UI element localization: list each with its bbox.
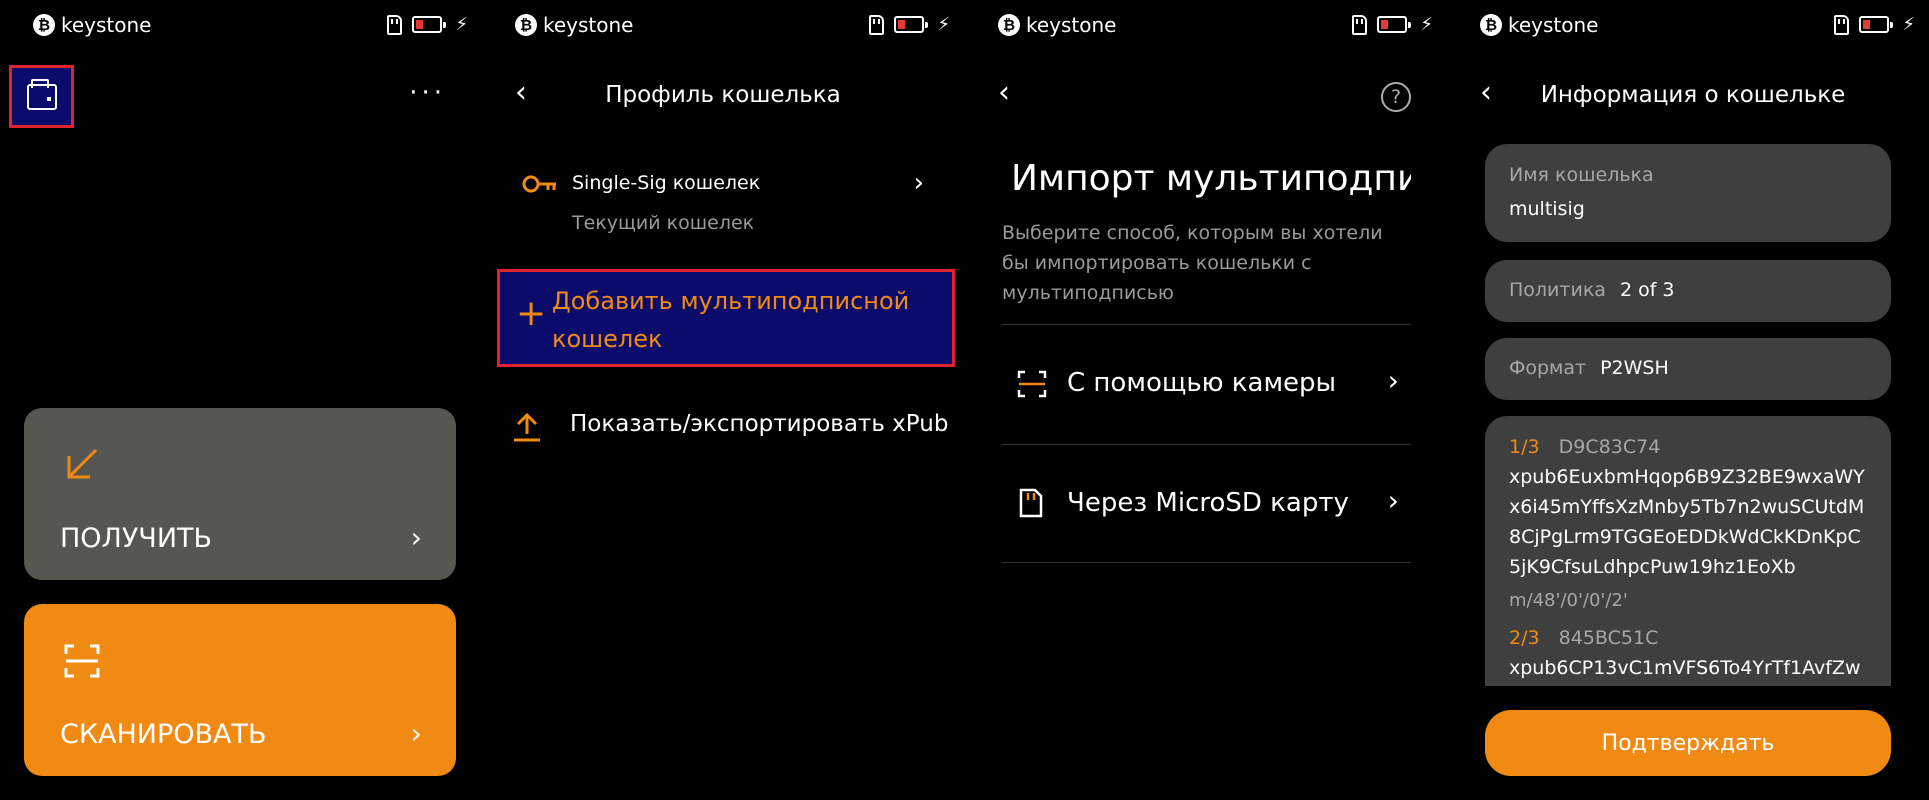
- status-bar: ₿ keystone ⚡: [1480, 10, 1915, 38]
- single-sig-title: Single-Sig кошелек: [572, 172, 761, 194]
- battery-icon: [412, 16, 447, 33]
- key-xpub: xpub6EuxbmHqop6B9Z32BE9wxaWYx6i45mYffsXz…: [1509, 466, 1865, 578]
- status-icons: ⚡: [869, 14, 950, 35]
- chevron-right-icon: ›: [410, 521, 422, 554]
- status-icons: ⚡: [1352, 14, 1433, 35]
- microsd-icon: [387, 14, 403, 35]
- export-xpub-item[interactable]: Показать/экспортировать xPub: [570, 411, 948, 437]
- status-bar: ₿ keystone ⚡: [33, 10, 468, 38]
- camera-option-label: С помощью камеры: [1067, 368, 1337, 398]
- charging-icon: ⚡: [1420, 14, 1433, 35]
- battery-icon: [1377, 16, 1412, 33]
- brand-name: keystone: [1508, 13, 1599, 37]
- cosigner-key-item: 2/3 845BC51C xpub6CP13vC1mVFS6To4YrTf1Av…: [1509, 627, 1867, 683]
- charging-icon: ⚡: [1902, 14, 1915, 35]
- bitcoin-icon: ₿: [1480, 14, 1502, 36]
- microsd-icon: [1019, 488, 1043, 518]
- wallet-profile-screen: ₿ keystone ⚡ ‹ Профиль кошелька Single-S…: [482, 0, 964, 800]
- key-xpub: xpub6CP13vC1mVFS6To4YrTf1AvfZw: [1509, 657, 1861, 679]
- wallet-name-field: Имя кошелька multisig: [1485, 144, 1891, 242]
- scan-label: СКАНИРОВАТЬ: [60, 719, 267, 750]
- brand-name: keystone: [1026, 13, 1117, 37]
- format-value: P2WSH: [1600, 357, 1669, 379]
- battery-icon: [1859, 16, 1894, 33]
- status-bar: ₿ keystone ⚡: [515, 10, 950, 38]
- chevron-right-icon: ›: [1387, 484, 1399, 517]
- microsd-icon: [869, 14, 885, 35]
- page-description: Выберите способ, которым вы хотели бы им…: [1002, 222, 1383, 304]
- chevron-right-icon: ›: [913, 168, 924, 198]
- key-fingerprint: 845BC51C: [1558, 627, 1659, 649]
- policy-label: Политика: [1509, 279, 1606, 301]
- back-button[interactable]: ‹: [998, 78, 1010, 108]
- charging-icon: ⚡: [937, 14, 950, 35]
- status-bar: ₿ keystone ⚡: [998, 10, 1433, 38]
- brand-name: keystone: [543, 13, 634, 37]
- bitcoin-icon: ₿: [33, 14, 55, 36]
- brand: ₿ keystone: [515, 13, 634, 37]
- key-icon: [522, 175, 556, 193]
- divider: [1002, 562, 1411, 563]
- import-multisig-screen: ₿ keystone ⚡ ‹ ? Импорт мультиподпис Выб…: [965, 0, 1447, 800]
- policy-value: 2 of 3: [1619, 279, 1675, 301]
- wallet-name-label: Имя кошелька: [1509, 164, 1654, 186]
- add-multisig-wallet-button[interactable]: + Добавить мультиподписной кошелек: [497, 269, 955, 367]
- format-label: Формат: [1509, 357, 1587, 379]
- key-derivation-path: m/48'/0'/0'/2': [1509, 590, 1628, 611]
- wallet-info-screen: ₿ keystone ⚡ ‹ Информация о кошельке Имя…: [1447, 0, 1929, 800]
- help-icon[interactable]: ?: [1381, 82, 1411, 112]
- battery-icon: [894, 16, 929, 33]
- bitcoin-icon: ₿: [998, 14, 1020, 36]
- plus-icon: +: [516, 293, 547, 334]
- brand: ₿ keystone: [998, 13, 1117, 37]
- wallet-icon: [26, 78, 57, 110]
- key-index: 1/3: [1509, 436, 1540, 458]
- key-fingerprint: D9C83C74: [1558, 436, 1661, 458]
- brand: ₿ keystone: [1480, 13, 1599, 37]
- divider: [1002, 444, 1411, 445]
- screens: ₿ keystone ⚡ ··· ПОЛУЧИТЬ › СКАНИРОВАТЬ …: [0, 0, 1929, 800]
- wallet-name-value: multisig: [1509, 198, 1585, 220]
- upload-icon[interactable]: [512, 412, 542, 442]
- microsd-option-label: Через MicroSD карту: [1067, 488, 1349, 518]
- bitcoin-icon: ₿: [515, 14, 537, 36]
- wallet-button[interactable]: [9, 65, 74, 128]
- microsd-icon: [1834, 14, 1850, 35]
- current-wallet-label: Текущий кошелек: [572, 212, 755, 234]
- single-sig-wallet-item[interactable]: Single-Sig кошелек Текущий кошелек ›: [508, 156, 952, 246]
- page-title: Импорт мультиподпис: [1011, 158, 1411, 199]
- microsd-icon: [1352, 14, 1368, 35]
- page-title: Профиль кошелька: [605, 82, 841, 108]
- status-icons: ⚡: [1834, 14, 1915, 35]
- policy-field: Политика 2 of 3: [1485, 260, 1891, 322]
- chevron-right-icon: ›: [410, 717, 422, 750]
- receive-label: ПОЛУЧИТЬ: [60, 523, 213, 554]
- charging-icon: ⚡: [455, 14, 468, 35]
- chevron-right-icon: ›: [1387, 364, 1399, 397]
- scan-card[interactable]: СКАНИРОВАТЬ ›: [24, 604, 456, 776]
- key-index: 2/3: [1509, 627, 1540, 649]
- cosigner-keys-list[interactable]: 1/3 D9C83C74 xpub6EuxbmHqop6B9Z32BE9wxaW…: [1485, 416, 1891, 686]
- scan-icon: [1017, 370, 1047, 398]
- brand-name: keystone: [61, 13, 152, 37]
- home-screen: ₿ keystone ⚡ ··· ПОЛУЧИТЬ › СКАНИРОВАТЬ …: [0, 0, 482, 800]
- brand: ₿ keystone: [33, 13, 152, 37]
- divider: [1002, 324, 1411, 325]
- scan-icon: [64, 644, 100, 678]
- receive-arrow-icon: [67, 448, 98, 479]
- more-menu-button[interactable]: ···: [409, 78, 446, 108]
- page-title: Информация о кошельке: [1540, 82, 1846, 108]
- status-icons: ⚡: [387, 14, 468, 35]
- receive-card[interactable]: ПОЛУЧИТЬ ›: [24, 408, 456, 580]
- cosigner-key-item: 1/3 D9C83C74 xpub6EuxbmHqop6B9Z32BE9wxaW…: [1509, 436, 1867, 611]
- confirm-button[interactable]: Подтверждать: [1485, 710, 1891, 776]
- format-field: Формат P2WSH: [1485, 338, 1891, 400]
- add-multisig-label: Добавить мультиподписной кошелек: [552, 287, 910, 353]
